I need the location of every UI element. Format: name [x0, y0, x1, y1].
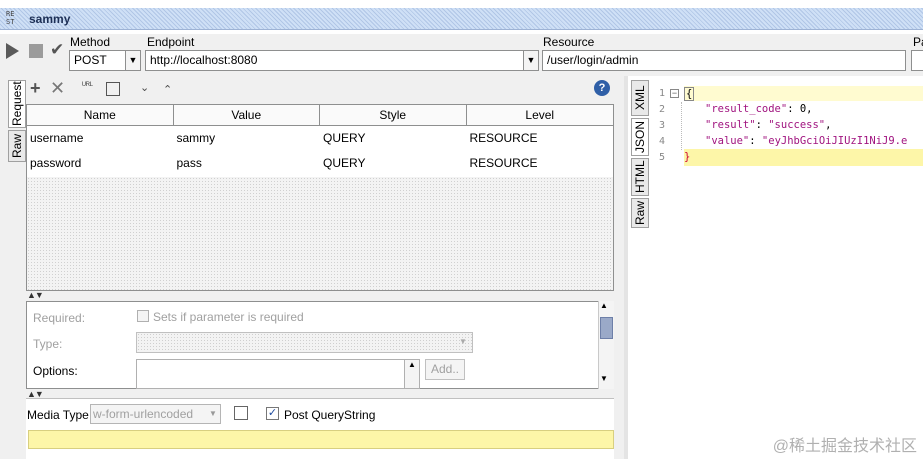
- title-strip: [0, 8, 923, 30]
- table-header: Name Value Style Level: [27, 105, 613, 126]
- add-option-button[interactable]: Add..: [425, 359, 465, 380]
- cell-level[interactable]: RESOURCE: [467, 151, 614, 176]
- media-type-label: Media Type: [27, 408, 89, 422]
- help-icon[interactable]: ?: [594, 80, 610, 96]
- options-list[interactable]: [136, 359, 406, 389]
- tab-raw-response[interactable]: Raw: [631, 198, 649, 228]
- type-select[interactable]: [136, 332, 473, 353]
- chevron-down-icon: ▼: [526, 55, 536, 65]
- method-dropdown-button[interactable]: ▼: [125, 50, 141, 71]
- line-number: 4: [659, 136, 666, 147]
- code-line: "result_code": 0,: [705, 103, 813, 115]
- code-open-brace: {: [684, 87, 695, 101]
- table-row[interactable]: password pass QUERY RESOURCE: [27, 151, 613, 176]
- stop-icon[interactable]: [29, 44, 43, 58]
- params-label: Pa: [913, 35, 923, 49]
- column-level[interactable]: Level: [467, 105, 614, 125]
- column-value[interactable]: Value: [174, 105, 320, 125]
- required-checkbox-label: Sets if parameter is required: [153, 310, 304, 324]
- media-type-select[interactable]: w-form-urlencoded: [90, 404, 221, 424]
- table-row[interactable]: username sammy QUERY RESOURCE: [27, 126, 613, 151]
- checkmark-down-icon[interactable]: ✔: [50, 40, 64, 60]
- fold-guide: [681, 102, 682, 150]
- watermark: @稀土掘金技术社区: [772, 438, 917, 455]
- request-body-area[interactable]: [28, 430, 614, 449]
- chevron-down-icon: ▼: [459, 337, 467, 346]
- scrollbar-thumb[interactable]: [600, 317, 613, 339]
- encode-icon[interactable]: ᵁᴿᴸ: [82, 76, 93, 94]
- media-type-options-icon[interactable]: [234, 406, 248, 420]
- current-line-highlight: [684, 86, 923, 101]
- scroll-down-icon[interactable]: ▼: [600, 374, 608, 383]
- chevron-down-icon: ▼: [209, 409, 217, 418]
- column-name[interactable]: Name: [27, 105, 174, 125]
- clear-icon[interactable]: [106, 82, 120, 96]
- endpoint-dropdown-button[interactable]: ▼: [523, 50, 539, 71]
- play-icon[interactable]: [6, 43, 19, 59]
- scroll-up-icon[interactable]: ▲: [600, 301, 608, 310]
- cell-value[interactable]: pass: [174, 151, 321, 176]
- resource-label: Resource: [543, 35, 595, 49]
- post-querystring-label: Post QueryString: [284, 408, 376, 422]
- cell-value[interactable]: sammy: [174, 126, 321, 151]
- json-key: "result_code": [705, 103, 788, 115]
- options-scrollbar[interactable]: ▲: [404, 359, 420, 389]
- collapse-icon[interactable]: −: [670, 89, 679, 98]
- current-line-highlight: [684, 149, 923, 166]
- method-label: Method: [70, 35, 111, 49]
- json-value: "eyJhbGciOiJIUzI1NiJ9.e: [761, 135, 908, 147]
- line-number: 2: [659, 104, 666, 115]
- cell-style[interactable]: QUERY: [320, 151, 467, 176]
- cell-name[interactable]: username: [27, 126, 174, 151]
- table-empty-area: [27, 177, 613, 290]
- json-value: 0,: [793, 103, 813, 115]
- post-querystring-checkbox[interactable]: ✓: [266, 407, 279, 420]
- tab-request[interactable]: Request: [8, 80, 26, 128]
- code-line: "value": "eyJhbGciOiJIUzI1NiJ9.e: [705, 135, 908, 147]
- splitter-arrows-icon[interactable]: ▲▼: [27, 290, 44, 300]
- tab-json[interactable]: JSON: [631, 118, 649, 156]
- required-checkbox[interactable]: [137, 310, 149, 322]
- move-up-icon[interactable]: ⌃: [163, 81, 172, 99]
- rest-icon: RE ST: [6, 10, 15, 26]
- detail-scrollbar[interactable]: ▲ ▼: [598, 301, 614, 389]
- cell-name[interactable]: password: [27, 151, 174, 176]
- line-number: 5: [659, 152, 666, 163]
- chevron-down-icon: ▼: [128, 55, 138, 65]
- tab-html[interactable]: HTML: [631, 158, 649, 196]
- json-key: "value": [705, 135, 750, 147]
- endpoint-label: Endpoint: [147, 35, 195, 49]
- cell-level[interactable]: RESOURCE: [467, 126, 614, 151]
- request-toolbar: + ✕ ᵁᴿᴸ ⌄ ⌃ ?: [26, 79, 614, 101]
- add-icon[interactable]: +: [30, 79, 41, 97]
- line-number: 1: [659, 88, 666, 99]
- response-panel: [628, 76, 923, 459]
- endpoint-input[interactable]: http://localhost:8080: [145, 50, 539, 71]
- options-label: Options:: [33, 364, 78, 378]
- line-number: 3: [659, 120, 666, 131]
- params-input[interactable]: [911, 50, 923, 71]
- move-down-icon[interactable]: ⌄: [140, 79, 149, 97]
- window-title: sammy: [29, 12, 71, 26]
- json-key: "result": [705, 119, 756, 131]
- column-style[interactable]: Style: [320, 105, 467, 125]
- tab-raw[interactable]: Raw: [8, 130, 26, 162]
- type-label: Type:: [33, 337, 63, 351]
- code-line: "result": "success",: [705, 119, 832, 131]
- tab-xml[interactable]: XML: [631, 80, 649, 116]
- delete-icon[interactable]: ✕: [50, 79, 65, 97]
- resource-input[interactable]: /user/login/admin: [542, 50, 906, 71]
- required-label: Required:: [33, 311, 86, 325]
- params-table: Name Value Style Level username sammy QU…: [26, 104, 614, 291]
- cell-style[interactable]: QUERY: [320, 126, 467, 151]
- code-close-brace: }: [684, 151, 691, 163]
- json-value: "success": [768, 119, 826, 131]
